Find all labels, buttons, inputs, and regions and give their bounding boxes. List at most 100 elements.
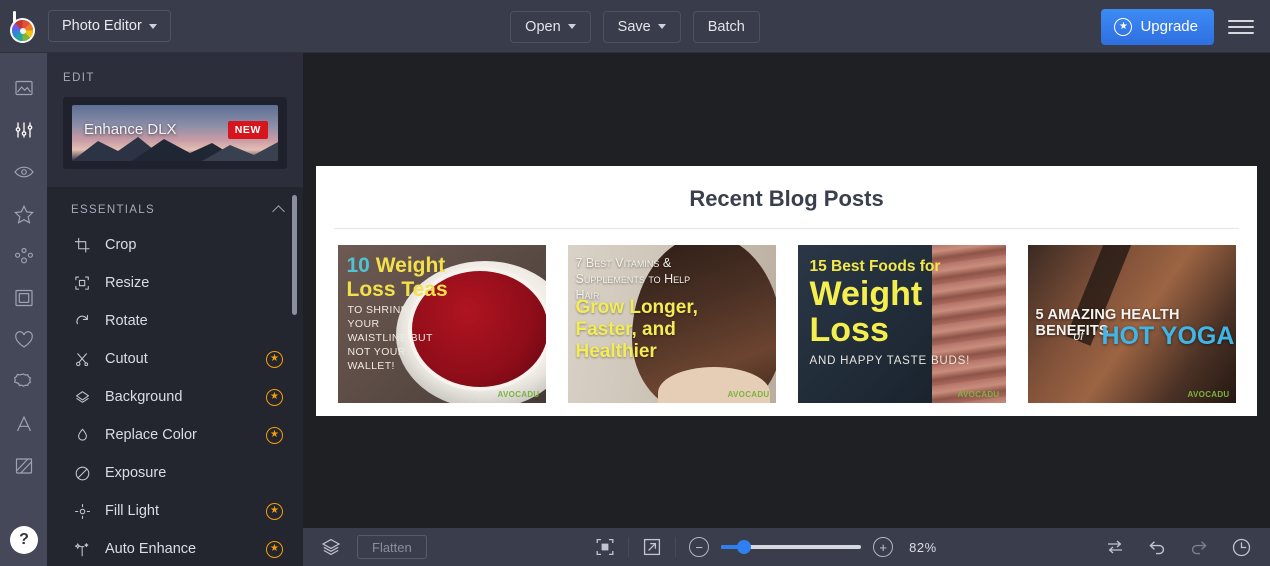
rail-item-retouch[interactable] bbox=[0, 151, 47, 193]
bottom-toolbar: Flatten − + 82% bbox=[303, 528, 1270, 566]
card1-headline-line2: Loss Teas bbox=[346, 277, 448, 301]
canvas-area[interactable]: Recent Blog Posts 10 Weight Loss Teas To… bbox=[303, 53, 1270, 528]
panel-scrollbar-thumb[interactable] bbox=[292, 195, 297, 315]
workspace-switcher[interactable]: Photo Editor bbox=[48, 10, 171, 42]
batch-button[interactable]: Batch bbox=[692, 10, 760, 43]
tool-item-crop[interactable]: Crop bbox=[47, 226, 303, 264]
meat-stack-graphic-icon bbox=[931, 244, 1006, 403]
sliders-icon bbox=[15, 122, 32, 138]
zoom-level-label: 82% bbox=[909, 539, 937, 555]
tool-item-fill-light[interactable]: Fill Light ★ bbox=[47, 492, 303, 530]
app-logo[interactable] bbox=[0, 0, 48, 53]
rail-item-graphics[interactable] bbox=[0, 361, 47, 403]
rail-item-image[interactable] bbox=[0, 67, 47, 109]
panel-title: EDIT bbox=[63, 72, 95, 84]
hamburger-menu-icon[interactable] bbox=[1228, 16, 1254, 38]
zoom-out-button[interactable]: − bbox=[689, 537, 710, 557]
tool-item-label: Exposure bbox=[105, 465, 167, 481]
history-clock-icon bbox=[1232, 538, 1251, 556]
tool-item-label: Fill Light bbox=[105, 503, 159, 519]
flatten-button[interactable]: Flatten bbox=[357, 535, 427, 559]
eye-icon bbox=[13, 166, 34, 178]
befunky-logo-icon bbox=[9, 11, 39, 41]
card1-subtext: To shrink your waistline but not your wa… bbox=[347, 303, 433, 372]
tool-item-auto-enhance[interactable]: Auto Enhance ★ bbox=[47, 530, 303, 566]
card2-headline-main: Grow Longer, Faster, and Healthier bbox=[575, 296, 698, 362]
tool-item-exposure[interactable]: Exposure bbox=[47, 454, 303, 492]
text-a-icon bbox=[16, 415, 31, 432]
rail-item-edit[interactable] bbox=[0, 109, 47, 151]
layers-button[interactable] bbox=[321, 537, 341, 557]
tool-item-resize[interactable]: Resize bbox=[47, 264, 303, 302]
resize-icon bbox=[71, 275, 93, 292]
premium-star-icon: ★ bbox=[266, 350, 283, 368]
premium-star-icon: ★ bbox=[266, 540, 283, 558]
essentials-title: ESSENTIALS bbox=[71, 203, 155, 216]
compare-button[interactable] bbox=[1105, 537, 1125, 557]
help-question-icon: ? bbox=[19, 531, 29, 548]
workspace-label: Photo Editor bbox=[62, 18, 142, 34]
redo-arrow-icon bbox=[1191, 541, 1207, 555]
rail-item-artsy[interactable] bbox=[0, 235, 47, 277]
blog-card-best-foods[interactable]: 15 Best Foods for Weight Loss And happy … bbox=[797, 244, 1006, 403]
frame-icon bbox=[14, 289, 33, 307]
scissors-icon bbox=[71, 351, 93, 368]
droplet-icon bbox=[71, 427, 93, 444]
blog-card-hot-yoga[interactable]: 5 AMAZING HEALTH BENEFITS of HOT YOGA AV… bbox=[1027, 244, 1236, 403]
enhance-dlx-promo[interactable]: Enhance DLX NEW bbox=[63, 97, 287, 169]
auto-enhance-icon bbox=[71, 541, 93, 558]
artboard[interactable]: Recent Blog Posts 10 Weight Loss Teas To… bbox=[316, 165, 1257, 416]
card1-watermark: AVOCADU bbox=[497, 389, 540, 399]
star-icon bbox=[13, 204, 34, 224]
top-right-actions: ★ Upgrade bbox=[1101, 0, 1270, 53]
expand-arrow-icon bbox=[644, 538, 661, 556]
blog-card-weight-loss-teas[interactable]: 10 Weight Loss Teas To shrink your waist… bbox=[337, 244, 546, 403]
rail-item-overlays[interactable] bbox=[0, 319, 47, 361]
card3-headline-line1: Weight bbox=[809, 274, 923, 313]
tool-rail: ? bbox=[0, 53, 47, 566]
upgrade-button[interactable]: ★ Upgrade bbox=[1101, 8, 1214, 45]
history-button[interactable] bbox=[1231, 537, 1252, 558]
tool-item-cutout[interactable]: Cutout ★ bbox=[47, 340, 303, 378]
rotate-icon bbox=[71, 313, 93, 330]
redo-button[interactable] bbox=[1189, 537, 1209, 557]
tool-item-background[interactable]: Background ★ bbox=[47, 378, 303, 416]
chevron-down-icon bbox=[567, 24, 576, 29]
fit-to-screen-button[interactable] bbox=[595, 537, 615, 557]
rail-item-textures[interactable] bbox=[0, 445, 47, 487]
fullscreen-button[interactable] bbox=[642, 537, 662, 557]
open-button[interactable]: Open bbox=[510, 10, 591, 43]
blog-card-hair-vitamins[interactable]: 7 Best Vitamins & Supplements to Help Ha… bbox=[567, 244, 776, 403]
rail-item-effects[interactable] bbox=[0, 193, 47, 235]
star-circle-icon: ★ bbox=[1114, 17, 1133, 36]
heart-icon bbox=[14, 331, 33, 348]
essentials-header[interactable]: ESSENTIALS bbox=[47, 187, 303, 226]
toolbar-divider bbox=[675, 537, 677, 557]
card1-headline-rest: Weight bbox=[369, 253, 446, 277]
zoom-slider-handle[interactable] bbox=[737, 540, 752, 554]
rail-item-text[interactable] bbox=[0, 403, 47, 445]
tool-item-label: Auto Enhance bbox=[105, 541, 197, 557]
save-button[interactable]: Save bbox=[602, 10, 681, 43]
background-icon bbox=[71, 389, 93, 406]
blog-card-row: 10 Weight Loss Teas To shrink your waist… bbox=[334, 244, 1239, 403]
undo-button[interactable] bbox=[1147, 537, 1167, 557]
rail-item-frames[interactable] bbox=[0, 277, 47, 319]
badge-icon bbox=[13, 372, 32, 387]
help-button[interactable]: ? bbox=[10, 526, 38, 554]
zoom-slider[interactable] bbox=[721, 540, 862, 554]
card3-watermark: AVOCADU bbox=[957, 389, 1000, 399]
top-bar: Photo Editor Open Save Batch ★ Upgrade bbox=[0, 0, 1270, 53]
image-icon bbox=[14, 80, 33, 96]
chevron-down-icon bbox=[657, 24, 666, 29]
tool-item-replace-color[interactable]: Replace Color ★ bbox=[47, 416, 303, 454]
artboard-divider bbox=[334, 227, 1239, 229]
open-label: Open bbox=[525, 18, 561, 35]
card3-headline-line2: Loss bbox=[809, 310, 889, 349]
card4-headline-of: of bbox=[1073, 328, 1084, 343]
zoom-in-button[interactable]: + bbox=[873, 537, 894, 557]
essentials-section: ESSENTIALS Crop Resize Rotate Cutout ★ Backgr… bbox=[47, 187, 303, 566]
tool-item-rotate[interactable]: Rotate bbox=[47, 302, 303, 340]
batch-label: Batch bbox=[707, 18, 745, 35]
fill-light-icon bbox=[71, 503, 93, 520]
